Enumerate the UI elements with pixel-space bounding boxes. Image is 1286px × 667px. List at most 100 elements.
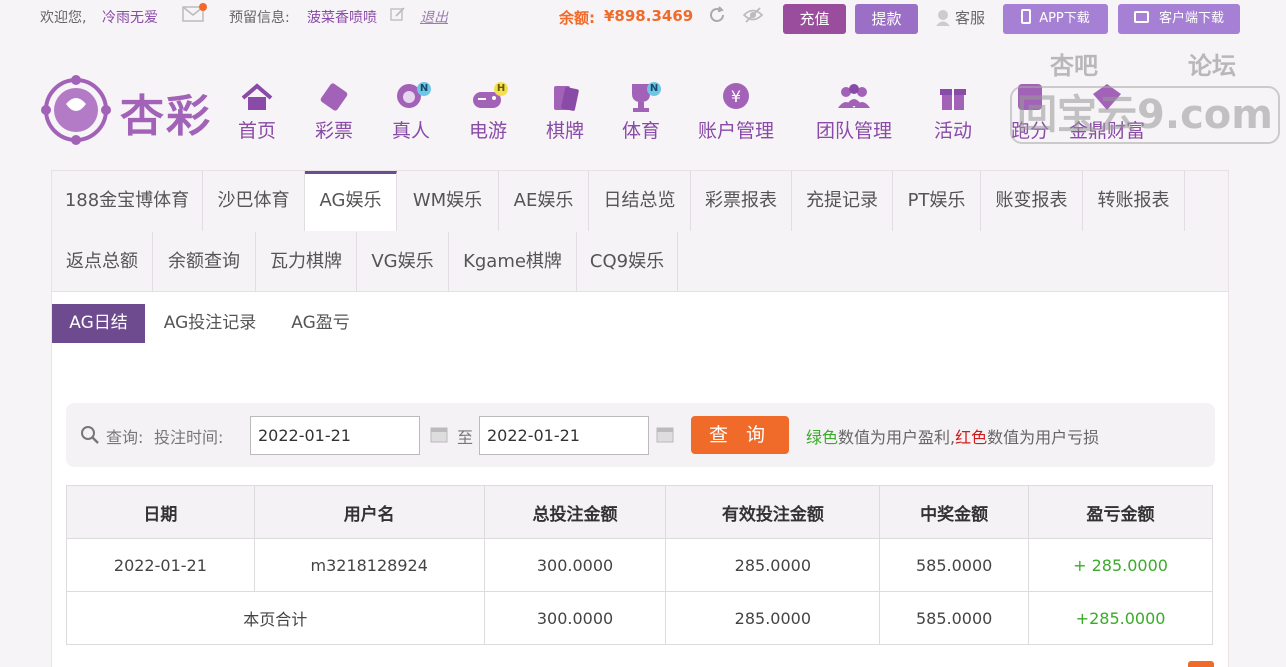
reserve-label: 预留信息: — [229, 10, 290, 26]
app-download-button[interactable]: APP下载 — [1003, 4, 1108, 34]
logout-link[interactable]: 退出 — [420, 7, 448, 27]
tab-188-sports[interactable]: 188金宝博体育 — [52, 171, 203, 231]
eye-hide-icon[interactable] — [742, 6, 764, 28]
to-label: 至 — [457, 428, 474, 447]
client-download-button[interactable]: 客户端下载 — [1118, 4, 1240, 34]
cell-valid-bet-sum: 285.0000 — [665, 591, 881, 645]
nav-label: 电游 — [468, 120, 507, 142]
table-header-row: 日期 用户名 总投注金额 有效投注金额 中奖金额 盈亏金额 — [66, 485, 1213, 539]
report-panel: 188金宝博体育 沙巴体育 AG娱乐 WM娱乐 AE娱乐 日结总览 彩票报表 充… — [51, 170, 1229, 667]
tab-deposit-withdraw[interactable]: 充提记录 — [792, 171, 893, 231]
new-badge: N — [417, 82, 431, 96]
tab-cq9[interactable]: CQ9娱乐 — [577, 232, 678, 292]
team-icon — [834, 80, 874, 114]
tab-wali-chess[interactable]: 瓦力棋牌 — [256, 232, 357, 292]
tab-ae[interactable]: AE娱乐 — [499, 171, 589, 231]
gamepad-icon: H — [468, 80, 508, 114]
withdraw-button[interactable]: 提款 — [855, 4, 918, 34]
tab-balance-query[interactable]: 余额查询 — [153, 232, 256, 292]
logo-text: 杏彩 — [120, 91, 212, 142]
svg-text:¥: ¥ — [731, 87, 741, 106]
reserve-value: 菠菜香喷喷 — [307, 10, 377, 26]
refresh-icon[interactable] — [707, 5, 727, 29]
logo-emblem-icon — [41, 75, 111, 145]
report-tabs: 188金宝博体育 沙巴体育 AG娱乐 WM娱乐 AE娱乐 日结总览 彩票报表 充… — [52, 171, 1228, 292]
cards-icon — [545, 80, 585, 114]
monitor-icon — [1133, 11, 1149, 23]
subtab-ag-daily[interactable]: AG日结 — [52, 304, 145, 343]
subtab-ag-profit[interactable]: AG盈亏 — [278, 304, 363, 343]
cell-prize-sum: 585.0000 — [879, 591, 1030, 645]
nav-team[interactable]: 团队管理 — [816, 80, 892, 143]
nav-egame[interactable]: H 电游 — [468, 80, 508, 143]
table-total-row: 本页合计 300.0000 285.0000 585.0000 +285.000… — [66, 591, 1213, 645]
nav-label: 首页 — [237, 120, 276, 142]
tab-ag[interactable]: AG娱乐 — [305, 171, 397, 231]
home-icon — [237, 80, 277, 114]
phone-icon — [1021, 9, 1032, 24]
tab-daily-overview[interactable]: 日结总览 — [589, 171, 691, 231]
balance-label: 余额: — [559, 9, 595, 27]
cell-total-bet: 300.0000 — [483, 538, 667, 592]
col-valid-bet: 有效投注金额 — [665, 485, 881, 539]
watermark-text-1b: 论坛 — [1188, 52, 1236, 80]
site-logo[interactable]: 杏彩 — [40, 74, 225, 148]
username[interactable]: 冷雨无爱 — [102, 7, 158, 27]
customer-service-link[interactable]: 客服 — [955, 7, 985, 28]
nav-account[interactable]: ¥ 账户管理 — [698, 80, 774, 143]
client-download-label: 客户端下载 — [1158, 11, 1224, 26]
nav-activity[interactable]: 活动 — [933, 80, 973, 143]
dealer-icon: N — [391, 80, 431, 114]
tab-saba-sports[interactable]: 沙巴体育 — [203, 171, 305, 231]
ticket-icon — [314, 80, 354, 114]
customer-service-icon[interactable] — [934, 8, 952, 30]
watermark-text-2: 回宝云9.com — [1010, 86, 1280, 144]
trophy-icon: N — [621, 80, 661, 114]
notification-dot — [199, 3, 207, 11]
nav-label: 账户管理 — [698, 120, 775, 142]
hint-green: 绿色 — [806, 428, 839, 447]
tab-rebate-total[interactable]: 返点总额 — [52, 232, 153, 292]
tab-kgame-chess[interactable]: Kgame棋牌 — [449, 232, 577, 292]
back-to-top-button[interactable] — [1188, 661, 1214, 667]
query-label: 查询: — [106, 428, 144, 447]
col-profit: 盈亏金额 — [1028, 485, 1213, 539]
cell-profit-sum: +285.0000 — [1028, 591, 1213, 645]
search-icon — [80, 425, 100, 449]
recharge-button[interactable]: 充值 — [783, 4, 846, 34]
nav-home[interactable]: 首页 — [237, 80, 277, 143]
nav-lottery[interactable]: 彩票 — [314, 80, 354, 143]
hint-red: 红色 — [955, 428, 988, 447]
col-date: 日期 — [66, 485, 255, 539]
color-hint: 绿色数值为用户盈利,红色数值为用户亏损 — [806, 424, 1099, 448]
daily-report-table: 日期 用户名 总投注金额 有效投注金额 中奖金额 盈亏金额 2022-01-21… — [66, 485, 1213, 645]
calendar-icon[interactable] — [656, 425, 674, 447]
end-date-input[interactable]: 2022-01-21 — [479, 416, 649, 455]
edit-icon[interactable] — [390, 6, 406, 26]
calendar-icon[interactable] — [430, 425, 448, 447]
col-total-bet: 总投注金额 — [483, 485, 667, 539]
app-download-label: APP下载 — [1039, 11, 1090, 26]
nav-label: 彩票 — [314, 120, 353, 142]
hint-mid: 数值为用户盈利, — [838, 428, 956, 447]
subtab-ag-bets[interactable]: AG投注记录 — [152, 304, 268, 343]
cell-total-label: 本页合计 — [66, 591, 485, 645]
tab-transfer-report[interactable]: 转账报表 — [1083, 171, 1185, 231]
new-badge: N — [647, 82, 661, 96]
tab-pt[interactable]: PT娱乐 — [893, 171, 981, 231]
yen-icon: ¥ — [716, 80, 756, 114]
tab-wm[interactable]: WM娱乐 — [397, 171, 499, 231]
query-button[interactable]: 查 询 — [691, 416, 789, 454]
nav-sports[interactable]: N 体育 — [621, 80, 661, 143]
mail-icon[interactable] — [182, 3, 207, 22]
nav-chess[interactable]: 棋牌 — [545, 80, 585, 143]
start-date-input[interactable]: 2022-01-21 — [250, 416, 420, 455]
tab-account-change[interactable]: 账变报表 — [981, 171, 1083, 231]
nav-live[interactable]: N 真人 — [391, 80, 431, 143]
nav-label: 团队管理 — [816, 120, 893, 142]
hot-badge: H — [494, 82, 508, 96]
col-prize: 中奖金额 — [879, 485, 1030, 539]
tab-lottery-report[interactable]: 彩票报表 — [691, 171, 792, 231]
hint-end: 数值为用户亏损 — [987, 428, 1100, 447]
tab-vg[interactable]: VG娱乐 — [357, 232, 449, 292]
